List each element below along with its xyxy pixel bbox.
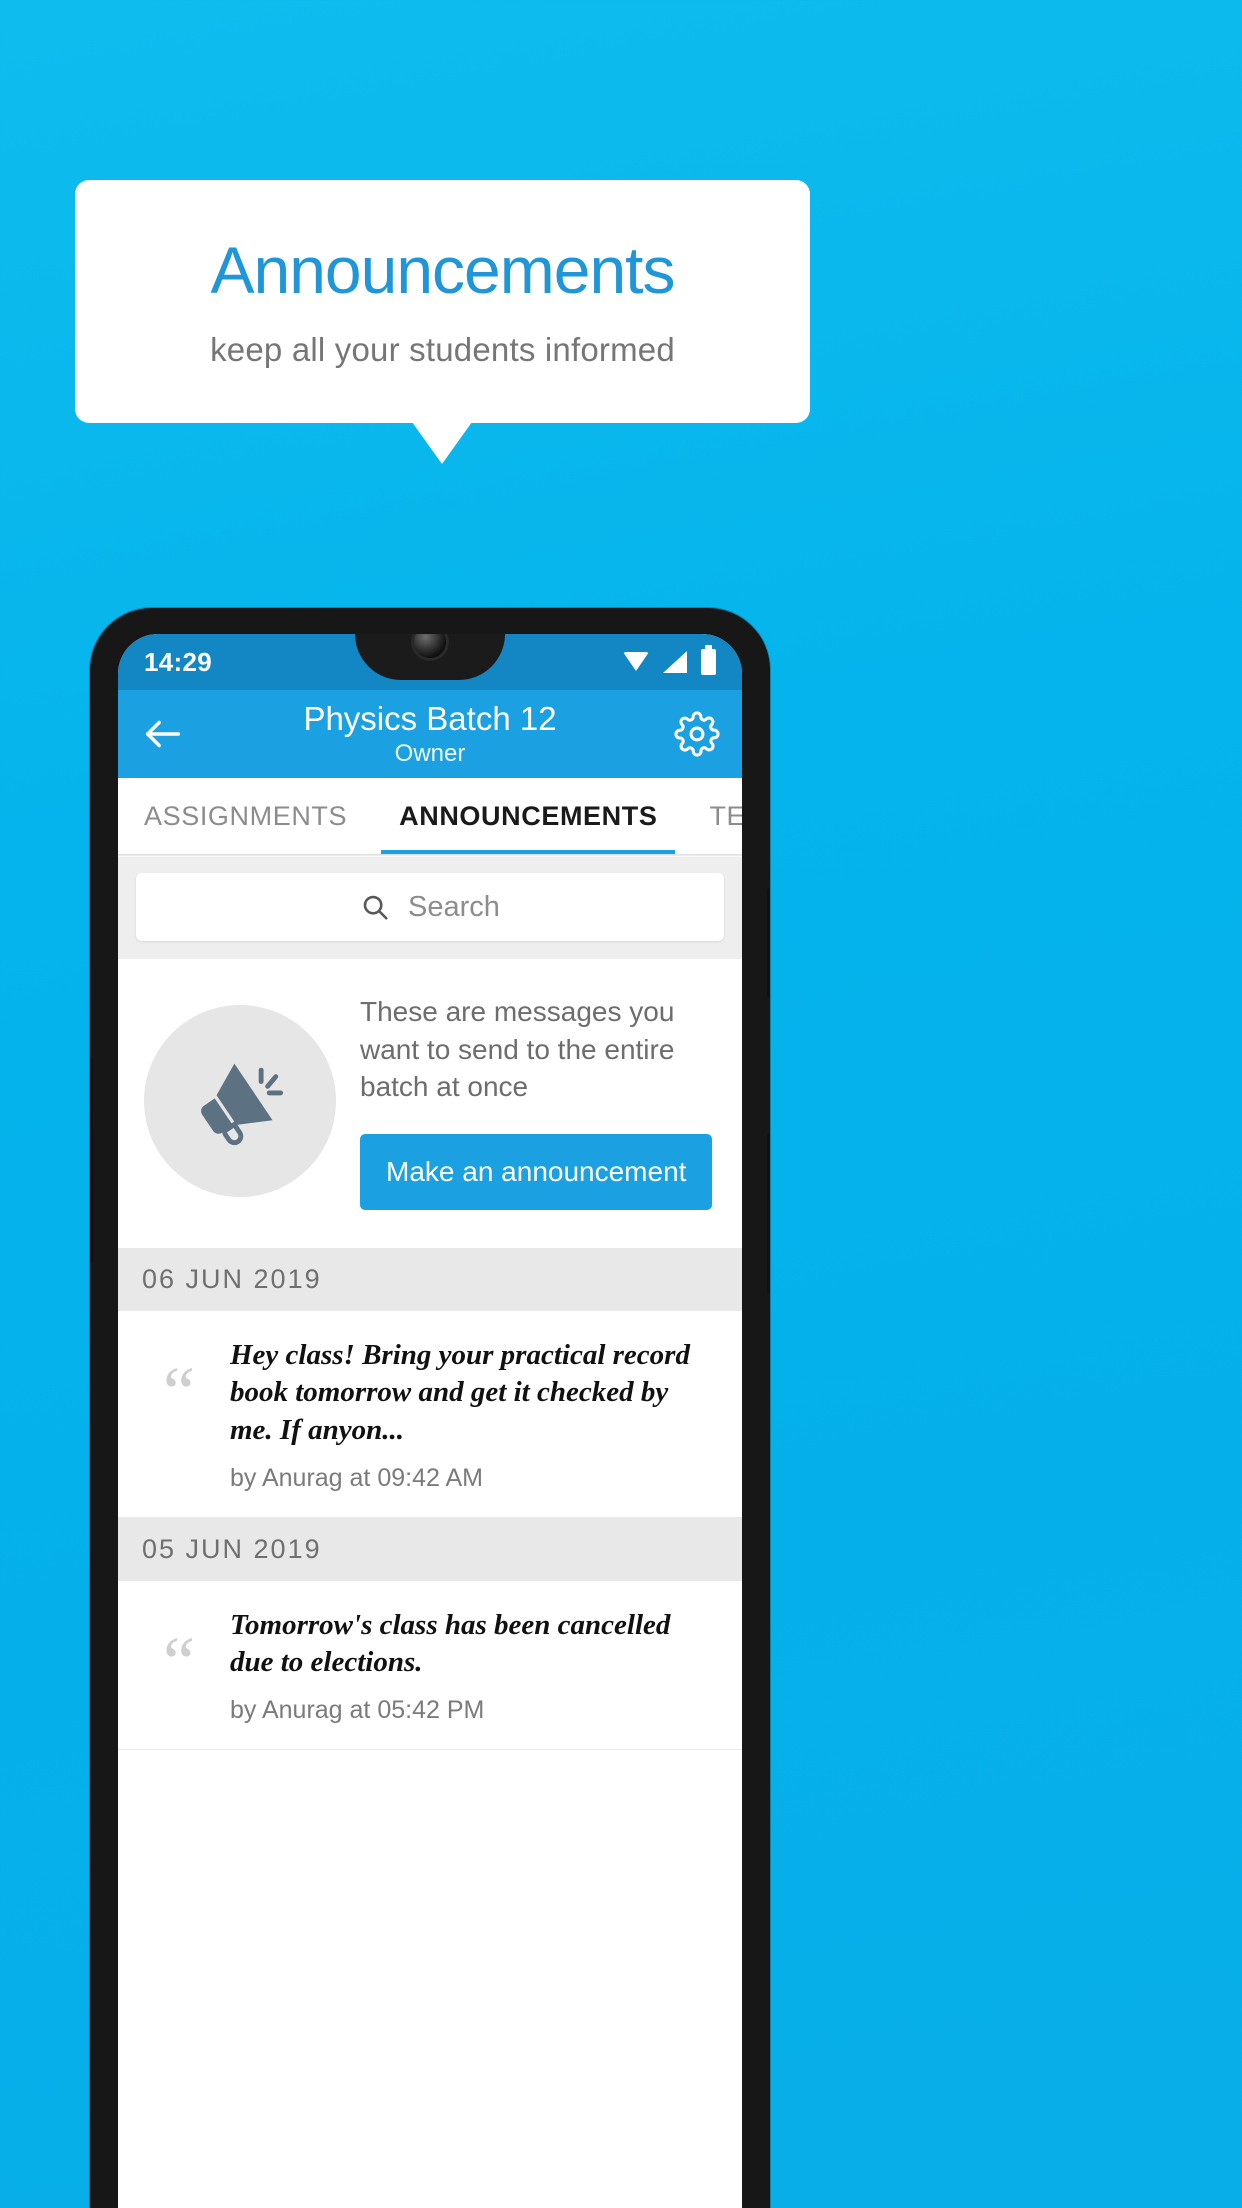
phone-side-button xyxy=(90,1058,93,1263)
announcement-row[interactable]: “ Hey class! Bring your practical record… xyxy=(118,1310,742,1518)
app-bar: Physics Batch 12 Owner xyxy=(118,690,742,778)
batch-title: Physics Batch 12 xyxy=(303,700,557,738)
announcement-text: Tomorrow's class has been cancelled due … xyxy=(230,1608,671,1679)
batch-role: Owner xyxy=(394,739,466,767)
gear-icon[interactable] xyxy=(674,711,720,757)
search-placeholder: Search xyxy=(408,890,500,923)
quote-icon: “ xyxy=(163,1351,195,1432)
search-input[interactable]: Search xyxy=(136,873,724,941)
announcement-content: Hey class! Bring your practical record b… xyxy=(230,1337,718,1493)
promo-content: These are messages you want to send to t… xyxy=(360,993,716,1210)
wifi-icon xyxy=(623,652,649,672)
tab-announcements[interactable]: ANNOUNCEMENTS xyxy=(373,778,683,854)
status-time: 14:29 xyxy=(144,646,212,677)
status-bar: 14:29 xyxy=(118,634,742,690)
date-header: 05 JUN 2019 xyxy=(118,1517,742,1581)
announcement-meta: by Anurag at 05:42 PM xyxy=(230,1695,485,1724)
promo-description: These are messages you want to send to t… xyxy=(360,996,675,1103)
phone-mockup: 14:29 Physics Batch 12 Owner ASSIGNMENTS… xyxy=(90,608,770,2208)
tab-tests[interactable]: TESTS xyxy=(683,778,742,854)
page-title: Announcements xyxy=(210,233,676,308)
promo-card: Announcements keep all your students inf… xyxy=(75,180,810,423)
phone-screen: 14:29 Physics Batch 12 Owner ASSIGNMENTS… xyxy=(118,634,742,2208)
app-bar-titles: Physics Batch 12 Owner xyxy=(118,700,742,768)
announcement-promo: These are messages you want to send to t… xyxy=(118,959,742,1248)
announcement-text: Hey class! Bring your practical record b… xyxy=(230,1338,690,1446)
signal-icon xyxy=(663,651,687,673)
megaphone-icon xyxy=(144,1005,336,1198)
date-header: 06 JUN 2019 xyxy=(118,1247,742,1311)
make-announcement-button[interactable]: Make an announcement xyxy=(360,1133,713,1210)
status-icons xyxy=(623,645,716,675)
battery-icon xyxy=(701,645,716,675)
phone-power-button xyxy=(767,888,770,998)
announcement-content: Tomorrow's class has been cancelled due … xyxy=(230,1607,718,1725)
tab-assignments[interactable]: ASSIGNMENTS xyxy=(118,778,373,854)
phone-volume-button xyxy=(767,1133,770,1293)
tab-bar: ASSIGNMENTS ANNOUNCEMENTS TESTS xyxy=(118,778,742,854)
announcement-row[interactable]: “ Tomorrow's class has been cancelled du… xyxy=(118,1580,742,1750)
page-subtitle: keep all your students informed xyxy=(210,330,675,368)
search-icon xyxy=(360,892,390,922)
announcement-meta: by Anurag at 09:42 AM xyxy=(230,1463,483,1492)
promo-card-tail xyxy=(412,422,472,464)
search-bar-container: Search xyxy=(118,857,742,959)
quote-icon: “ xyxy=(163,1621,195,1702)
back-arrow-icon[interactable] xyxy=(140,711,186,757)
